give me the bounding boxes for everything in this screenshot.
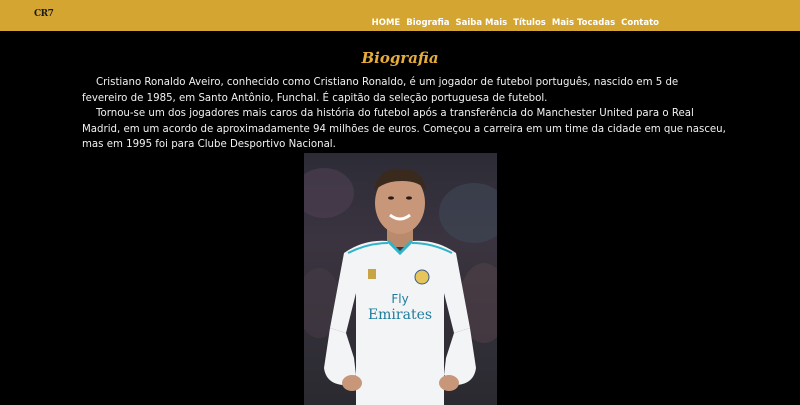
nav-link-mais-tocadas[interactable]: Mais Tocadas: [552, 18, 615, 28]
nav-link-saiba-mais[interactable]: Saiba Mais: [456, 18, 508, 28]
player-illustration: Fly Emirates: [304, 168, 497, 405]
nav-link-biografia[interactable]: Biografia: [406, 18, 449, 28]
page-title: Biografia: [361, 49, 439, 67]
nav-links: HOME Biografia Saiba Mais Títulos Mais T…: [372, 10, 659, 29]
nav-link-home[interactable]: HOME: [372, 18, 401, 28]
shirt-sponsor-line2: Emirates: [368, 307, 432, 323]
player-photo: Fly Emirates: [304, 153, 497, 405]
nav-link-titulos[interactable]: Títulos: [513, 18, 546, 28]
biography-paragraph: Tornou-se um dos jogadores mais caros da…: [82, 108, 726, 150]
biography-paragraph: Cristiano Ronaldo Aveiro, conhecido como…: [82, 77, 679, 104]
navbar: CR7 HOME Biografia Saiba Mais Títulos Ma…: [0, 0, 800, 31]
nav-link-contato[interactable]: Contato: [621, 18, 659, 28]
shirt-sponsor-line1: Fly: [391, 292, 408, 306]
biography-text: Cristiano Ronaldo Aveiro, conhecido como…: [82, 75, 726, 153]
logo[interactable]: CR7: [34, 9, 54, 19]
